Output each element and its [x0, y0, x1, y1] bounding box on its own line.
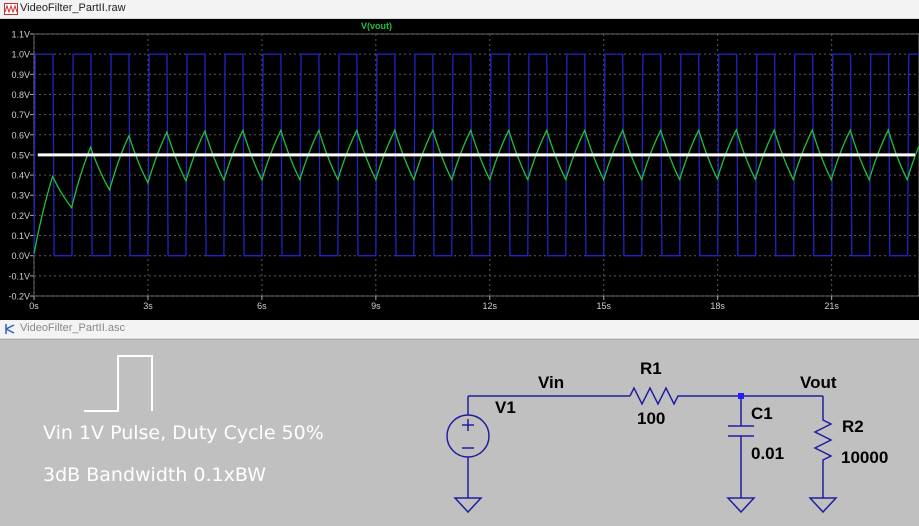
schematic-window-titlebar[interactable]: VideoFilter_PartII.asc [0, 320, 919, 339]
schematic-canvas[interactable]: Vin 1V Pulse, Duty Cycle 50% 3dB Bandwid… [0, 339, 919, 526]
x-tick-label: 21s [824, 301, 839, 311]
y-tick-label: 0.3V [11, 191, 30, 201]
voltage-source-v1[interactable] [446, 414, 490, 498]
y-tick-label: 0.1V [11, 231, 30, 241]
waveform-chart[interactable]: 1.1V 1.0V 0.9V 0.8V 0.7V 0.6V 0.5V 0.4V 0.3V 0.2V… [0, 19, 919, 320]
waveform-plot[interactable]: 1.1V 1.0V 0.9V 0.8V 0.7V 0.6V 0.5V 0.4V 0.3V 0.2V… [0, 19, 919, 320]
x-tick-label: 18s [710, 301, 725, 311]
y-tick-label: 1.1V [11, 30, 30, 40]
y-tick-label: 0.6V [11, 130, 30, 140]
y-tick-label: 0.0V [11, 251, 30, 261]
waveform-window-title: VideoFilter_PartII.raw [20, 2, 126, 14]
net-label-vout: Vout [800, 373, 837, 392]
resistor-r2[interactable] [813, 416, 833, 498]
schematic-icon [5, 324, 15, 334]
y-tick-label: 0.5V [11, 150, 30, 160]
waveform-icon [4, 3, 18, 15]
component-ref-c1: C1 [751, 404, 773, 423]
trace-title-vout: V(vout) [361, 21, 392, 31]
schematic-note-pulse: Vin 1V Pulse, Duty Cycle 50% [43, 422, 324, 444]
component-value-r1: 100 [637, 409, 666, 428]
component-value-r2: 10000 [841, 448, 889, 467]
x-tick-label: 3s [143, 301, 153, 311]
y-tick-label: -0.2V [8, 292, 30, 302]
waveform-window-titlebar[interactable]: VideoFilter_PartII.raw [0, 0, 919, 19]
y-tick-label: 0.7V [11, 110, 30, 120]
x-tick-label: 9s [371, 301, 381, 311]
junction-dot [738, 393, 744, 399]
x-tick-label: 15s [596, 301, 611, 311]
vout-trace [33, 128, 919, 254]
y-tick-label: 0.9V [11, 70, 30, 80]
y-tick-label: 0.4V [11, 171, 30, 181]
y-tick-label: 1.0V [11, 50, 30, 60]
component-value-c1: 0.01 [751, 444, 785, 463]
y-tick-label: 0.2V [11, 211, 30, 221]
ground-icon [453, 497, 483, 514]
net-label-vin: Vin [538, 373, 565, 392]
ground-icon [726, 497, 756, 514]
component-ref-v1: V1 [495, 398, 516, 417]
schematic-note-bandwidth: 3dB Bandwidth 0.1xBW [43, 464, 267, 486]
pulse-symbol-icon [84, 355, 153, 412]
ground-icon [808, 497, 838, 514]
component-ref-r2: R2 [842, 417, 864, 436]
x-tick-label: 6s [257, 301, 267, 311]
y-tick-label: -0.1V [8, 271, 30, 281]
resistor-r1[interactable] [629, 386, 682, 406]
y-tick-label: 0.8V [11, 90, 30, 100]
x-tick-label: 12s [483, 301, 498, 311]
x-tick-label: 0s [29, 301, 39, 311]
schematic-window-title: VideoFilter_PartII.asc [20, 322, 125, 334]
component-ref-r1: R1 [640, 359, 662, 378]
